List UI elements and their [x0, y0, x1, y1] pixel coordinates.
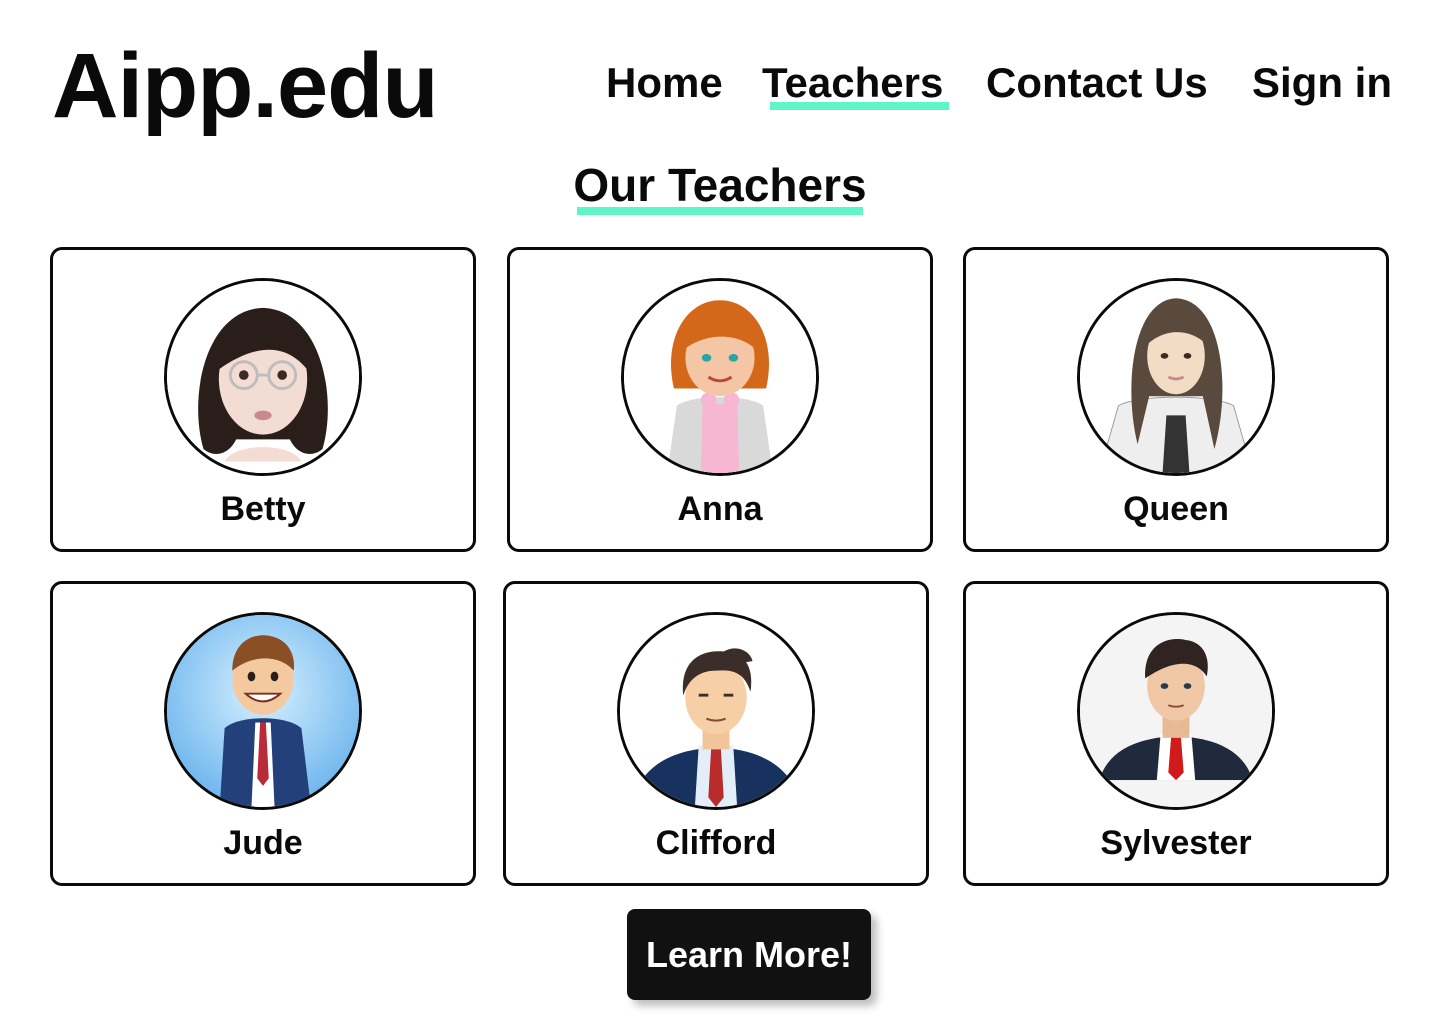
man-red-tie-avatar-icon [1077, 612, 1275, 810]
nav-signin-link[interactable]: Sign in [1252, 59, 1392, 106]
teacher-card-anna[interactable]: Anna [507, 247, 933, 552]
page: Aipp.edu Home Teachers Contact Us Sign i… [0, 0, 1440, 1024]
section-heading: Our Teachers [0, 158, 1440, 216]
nav-contact-link[interactable]: Contact Us [986, 59, 1208, 106]
teacher-name: Betty [220, 490, 306, 528]
teacher-name: Queen [1123, 490, 1229, 528]
nav-teachers-link[interactable]: Teachers [762, 59, 950, 111]
man-navy-suit-avatar-icon [617, 612, 815, 810]
teacher-card-sylvester[interactable]: Sylvester [963, 581, 1389, 886]
long-haired-woman-avatar-icon [1077, 278, 1275, 476]
woman-glasses-avatar-icon [164, 278, 362, 476]
teacher-card-betty[interactable]: Betty [50, 247, 476, 552]
red-haired-woman-avatar-icon [621, 278, 819, 476]
teacher-name: Sylvester [1100, 824, 1252, 862]
teacher-card-clifford[interactable]: Clifford [503, 581, 929, 886]
section-title: Our Teachers [573, 158, 867, 216]
teacher-name: Clifford [655, 824, 777, 862]
main-nav: Home Teachers Contact Us Sign in [0, 59, 1440, 120]
teacher-card-jude[interactable]: Jude [50, 581, 476, 886]
learn-more-button[interactable]: Learn More! [627, 909, 871, 1000]
teacher-name: Anna [677, 490, 763, 528]
teacher-card-queen[interactable]: Queen [963, 247, 1389, 552]
smiling-man-suit-avatar-icon [164, 612, 362, 810]
nav-home-link[interactable]: Home [606, 59, 723, 106]
teacher-name: Jude [223, 824, 303, 862]
